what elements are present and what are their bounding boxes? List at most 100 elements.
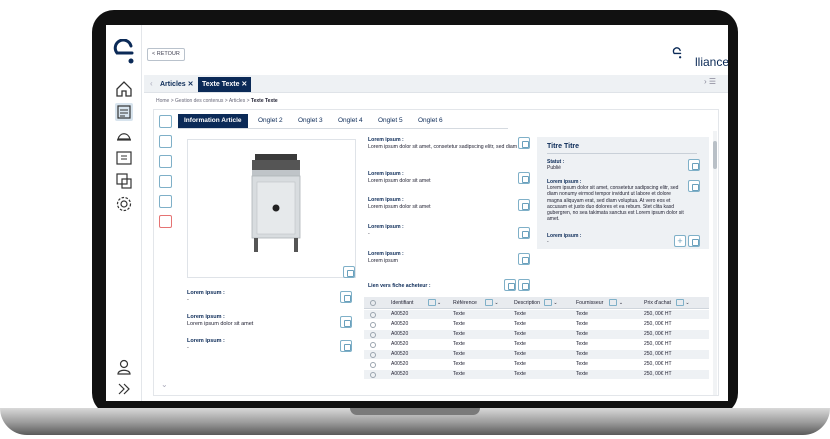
table-row[interactable]: A00520 Texte Texte Texte 250, 00€ HT: [364, 330, 709, 339]
table-cell: A00520: [391, 331, 409, 337]
subtab-onglet-4[interactable]: Onglet 4: [338, 114, 363, 128]
table-row[interactable]: A00520 Texte Texte Texte 250, 00€ HT: [364, 320, 709, 329]
pricing-icon[interactable]: [115, 172, 133, 190]
edit-description-button[interactable]: [688, 180, 700, 192]
subtabs-divider: [178, 128, 508, 129]
tab-texte-texte[interactable]: Texte Texte ✕: [198, 77, 252, 92]
row-select-radio[interactable]: [370, 312, 376, 318]
open-buyer-link-button[interactable]: [504, 279, 516, 291]
table-cell: 250, 00€ HT: [644, 321, 672, 327]
filter-icon[interactable]: [484, 299, 493, 307]
export-tool-button[interactable]: [159, 195, 172, 208]
row-select-radio[interactable]: [370, 342, 376, 348]
breadcrumb: Home > Gestion des contenus > Articles >…: [156, 98, 278, 104]
card-status: Statut : Publié: [547, 159, 687, 171]
recipe-icon[interactable]: [115, 126, 133, 144]
vertical-scrollbar[interactable]: [713, 131, 717, 395]
middle-field-1-value: Lorem ipsum dolor sit amet, consetetur s…: [368, 143, 518, 150]
subtab-onglet-3[interactable]: Onglet 3: [298, 114, 323, 128]
filter-icon[interactable]: [675, 299, 684, 307]
breadcrumb-current: Texte Texte: [250, 98, 278, 104]
table-row[interactable]: A00520 Texte Texte Texte 250, 00€ HT: [364, 370, 709, 379]
product-image: [251, 154, 301, 252]
table-cell: Texte: [514, 321, 526, 327]
edit-left-field-1-button[interactable]: [340, 291, 352, 303]
middle-field-4: Lorem ipsum :-: [368, 224, 528, 237]
duplicate-tool-button[interactable]: [159, 135, 172, 148]
collapse-chevron-icon[interactable]: ⌄: [161, 380, 168, 389]
edit-status-button[interactable]: [688, 159, 700, 171]
edit-left-field-3-button[interactable]: [340, 340, 352, 352]
col-prix-achat[interactable]: Prix d'achat ⌄: [644, 297, 690, 309]
table-cell: 250, 00€ HT: [644, 351, 672, 357]
edit-middle-field-3-button[interactable]: [518, 199, 530, 211]
edit-middle-field-5-button[interactable]: [518, 253, 530, 265]
history-tool-button[interactable]: [159, 155, 172, 168]
subtab-onglet-5[interactable]: Onglet 5: [378, 114, 403, 128]
tabs-menu-icon[interactable]: › ☰: [704, 77, 716, 86]
edit-middle-field-4-button[interactable]: [518, 227, 530, 239]
table-cell: A00520: [391, 351, 409, 357]
app-logo-icon[interactable]: [112, 39, 136, 65]
table-row[interactable]: A00520 Texte Texte Texte 250, 00€ HT: [364, 340, 709, 349]
table-cell: A00520: [391, 361, 409, 367]
row-select-radio[interactable]: [370, 362, 376, 368]
col-prix-achat-label: Prix d'achat: [644, 300, 671, 306]
edit-middle-field-1-button[interactable]: [518, 137, 530, 149]
row-select-radio[interactable]: [370, 332, 376, 338]
table-cell: 250, 00€ HT: [644, 341, 672, 347]
subtab-onglet-2[interactable]: Onglet 2: [258, 114, 283, 128]
filter-icon[interactable]: [609, 299, 618, 307]
middle-field-2-value: Lorem ipsum dolor sit amet: [368, 177, 431, 184]
left-field-1-value: -: [187, 297, 189, 303]
home-icon[interactable]: [115, 80, 133, 98]
table-cell: A00520: [391, 311, 409, 317]
col-fournisseur[interactable]: Fournisseur ⌄: [576, 297, 623, 309]
row-select-radio[interactable]: [370, 322, 376, 328]
subtab-onglet-6[interactable]: Onglet 6: [418, 114, 443, 128]
col-reference[interactable]: Référence ⌄: [453, 297, 499, 309]
middle-field-2: Lorem ipsum : Lorem ipsum dolor sit amet: [368, 171, 528, 184]
copy-tool-button[interactable]: [159, 175, 172, 188]
row-select-radio[interactable]: [370, 372, 376, 378]
col-identifiant[interactable]: Identifiant ⌄: [391, 297, 441, 309]
table-row[interactable]: A00520 Texte Texte Texte 250, 00€ HT: [364, 310, 709, 319]
left-field-2: Lorem ipsum : Lorem ipsum dolor sit amet: [187, 314, 253, 328]
table-row[interactable]: A00520 Texte Texte Texte 250, 00€ HT: [364, 350, 709, 359]
edit-middle-field-2-button[interactable]: [518, 172, 530, 184]
table-cell: 250, 00€ HT: [644, 371, 672, 377]
table-cell: Texte: [453, 321, 465, 327]
scrollbar-thumb[interactable]: [713, 141, 717, 169]
middle-field-4-value: -: [368, 230, 370, 237]
articles-icon[interactable]: [115, 103, 133, 121]
left-field-2-value: Lorem ipsum dolor sit amet: [187, 321, 254, 327]
card-description: Lorem ipsum : Lorem ipsum dolor sit amet,…: [547, 179, 687, 222]
row-select-radio[interactable]: [370, 352, 376, 358]
user-icon[interactable]: [115, 358, 133, 376]
subtab-information-article[interactable]: Information Article: [178, 114, 248, 128]
left-field-3: Lorem ipsum :-: [187, 338, 225, 352]
expand-chevrons-icon[interactable]: [115, 380, 133, 398]
table-cell: Texte: [576, 351, 588, 357]
delete-tool-button[interactable]: [159, 215, 172, 228]
add-item-button[interactable]: +: [674, 235, 686, 247]
table-cell: Texte: [576, 371, 588, 377]
card-title-divider: [547, 153, 697, 154]
col-description[interactable]: Description ⌄: [514, 297, 558, 309]
edit-left-field-2-button[interactable]: [340, 316, 352, 328]
back-button[interactable]: < RETOUR: [147, 48, 185, 61]
filter-icon[interactable]: [427, 299, 436, 307]
filter-icon[interactable]: [543, 299, 552, 307]
table-row[interactable]: A00520 Texte Texte Texte 250, 00€ HT: [364, 360, 709, 369]
catalog-icon[interactable]: [115, 149, 133, 167]
table-cell: Texte: [453, 371, 465, 377]
tab-articles[interactable]: Articles ✕: [160, 78, 194, 91]
card-extra-label: Lorem ipsum :: [547, 233, 582, 239]
tabs-scroll-left-icon[interactable]: ‹: [150, 79, 153, 88]
edit-tool-button[interactable]: [159, 115, 172, 128]
edit-image-button[interactable]: [343, 266, 355, 278]
edit-buyer-link-button[interactable]: [518, 279, 530, 291]
select-all-radio[interactable]: [370, 300, 376, 306]
settings-gear-icon[interactable]: [115, 195, 133, 213]
edit-extra-button[interactable]: [688, 235, 700, 247]
